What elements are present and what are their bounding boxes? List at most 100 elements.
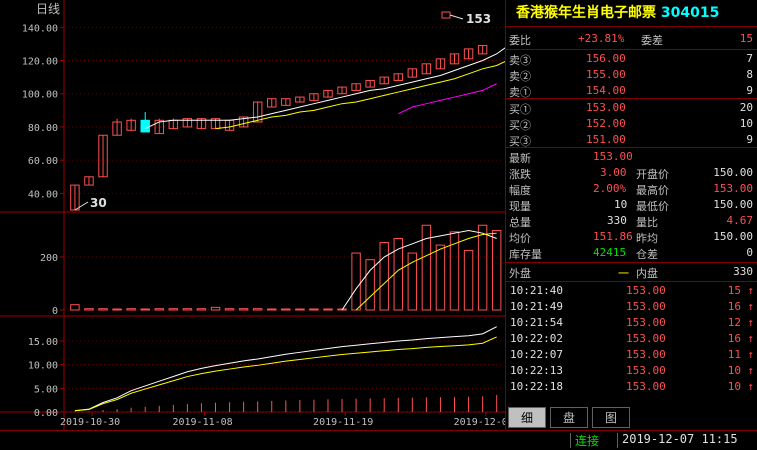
amount-tick-label: 10.00 [28, 361, 58, 372]
trade-direction-icon: ↑ [747, 380, 754, 393]
trade-row: 10:22:18 153.00 10 ↑ [506, 379, 757, 395]
volume-bar [210, 306, 221, 311]
bid-row: 买② 152.00 10 [506, 116, 757, 132]
date-label: 2019-11-08 [172, 417, 232, 428]
trade-time: 10:21:40 [510, 284, 563, 297]
amount-ma-line [74, 336, 497, 412]
trade-direction-icon: ↑ [747, 332, 754, 345]
ask-level-label: 卖② [509, 70, 531, 83]
wei-bi-row: 委比 +23.81% 委差 15 [506, 31, 757, 47]
tab-chart[interactable]: 图 [592, 407, 630, 428]
total-value: 330 [607, 214, 627, 227]
panel-tabs: 细盘图 [506, 405, 757, 430]
volume-tick-label: 0 [52, 306, 58, 317]
trade-row: 10:21:49 153.00 16 ↑ [506, 299, 757, 315]
volume-bar [295, 308, 305, 311]
volume-bar [491, 230, 502, 311]
stock-row: 库存量 42415 仓差 0 [506, 245, 757, 261]
total-label: 总量 [509, 216, 531, 229]
bid-row: 买③ 151.00 9 [506, 132, 757, 148]
bid-level-label: 买① [509, 103, 531, 116]
trade-row: 10:22:02 153.00 16 ↑ [506, 331, 757, 347]
prev-avg-label: 昨均 [636, 232, 658, 245]
status-separator [617, 433, 618, 448]
volume-bar [281, 308, 291, 311]
tab-detail[interactable]: 细 [508, 407, 546, 428]
status-separator [570, 433, 571, 448]
trade-qty: 16 [727, 332, 741, 345]
avg-value: 151.86 [593, 230, 633, 243]
amount-tick-label: 15.00 [28, 337, 58, 348]
trade-price: 153.00 [626, 300, 666, 313]
trade-row: 10:22:13 153.00 10 ↑ [506, 363, 757, 379]
vol-ratio-label: 量比 [636, 216, 658, 229]
pct-row: 幅度 2.00% 最高价 153.00 [506, 181, 757, 197]
volume-bar [309, 308, 319, 311]
trade-price: 153.00 [626, 332, 666, 345]
total-row: 总量 330 量比 4.67 [506, 213, 757, 229]
volume-bar [154, 308, 164, 311]
date-label: 2019-10-30 [60, 417, 120, 428]
trade-price: 153.00 [626, 348, 666, 361]
trade-row: 10:21:40 153.00 15 ↑ [506, 283, 757, 299]
low-label: 最低价 [636, 200, 669, 213]
kline-chart[interactable]: 日线 140.00 120.00 100.00 80.00 60.00 40.00 200 0 1… [0, 0, 506, 430]
low-callout-label: 30 [90, 196, 107, 210]
bid-row: 买① 153.00 20 [506, 100, 757, 116]
volume-bar [140, 308, 150, 311]
ask-row: 卖③ 156.00 7 [506, 51, 757, 67]
price-tick-label: 40.00 [28, 189, 58, 200]
bid-qty: 10 [739, 117, 753, 130]
trade-qty: 10 [727, 380, 741, 393]
open-label: 开盘价 [636, 168, 669, 181]
ask-qty: 9 [746, 84, 753, 97]
trade-time: 10:21:54 [510, 316, 563, 329]
trade-time: 10:21:49 [510, 300, 563, 313]
trade-price: 153.00 [626, 364, 666, 377]
high-label: 最高价 [636, 184, 669, 197]
stock-name: 香港猴年生肖电子邮票 [516, 5, 656, 21]
volume-bar [168, 308, 179, 311]
kline-chart-area[interactable]: 日线 140.00 120.00 100.00 80.00 60.00 40.00 200 0 1… [0, 0, 506, 430]
trade-qty: 16 [727, 300, 741, 313]
stock-qty-value: 42415 [593, 246, 627, 259]
trade-qty: 15 [727, 284, 741, 297]
quote-panel: 香港猴年生肖电子邮票 304015 委比 +23.81% 委差 15 卖③ 156… [506, 0, 757, 430]
ma-white-line [144, 46, 506, 130]
volume-bar [224, 308, 235, 311]
volume-bar [182, 308, 193, 311]
pos-diff-value: 0 [746, 246, 753, 259]
price-tick-label: 80.00 [28, 123, 58, 134]
price-tick-label: 100.00 [22, 90, 58, 101]
bid-qty: 9 [746, 133, 753, 146]
outer-inner-row: 外盘 一 内盘 330 [506, 264, 757, 280]
price-tick-label: 60.00 [28, 156, 58, 167]
wei-bi-label: 委比 [509, 34, 531, 47]
wei-bi-value: +23.81% [578, 32, 625, 45]
outer-value: 一 [618, 267, 629, 280]
trade-qty: 12 [727, 316, 741, 329]
volume-bar [323, 308, 333, 311]
bid-price: 151.00 [586, 133, 626, 146]
volume-bar [98, 308, 108, 311]
ask-row: 卖① 154.00 9 [506, 83, 757, 99]
ask-qty: 8 [746, 68, 753, 81]
avg-label: 均价 [509, 232, 531, 245]
wei-cha-label: 委差 [641, 34, 663, 47]
high-callout-line [449, 14, 464, 20]
bid-price: 152.00 [586, 117, 626, 130]
date-label: 2019-11-19 [313, 417, 373, 428]
tab-book[interactable]: 盘 [550, 407, 588, 428]
change-label: 涨跌 [509, 168, 531, 181]
volume-bar [463, 249, 474, 311]
pos-diff-label: 仓差 [636, 248, 658, 261]
bid-qty: 20 [739, 101, 753, 114]
volume-bar [379, 241, 389, 311]
status-datetime: 2019-12-07 11:15 [622, 432, 738, 446]
divider [506, 98, 757, 99]
connection-status[interactable]: 连接 [575, 432, 599, 449]
stock-qty-label: 库存量 [509, 248, 542, 261]
trade-direction-icon: ↑ [747, 300, 754, 313]
trade-price: 153.00 [626, 284, 666, 297]
volume-bar [196, 308, 207, 311]
